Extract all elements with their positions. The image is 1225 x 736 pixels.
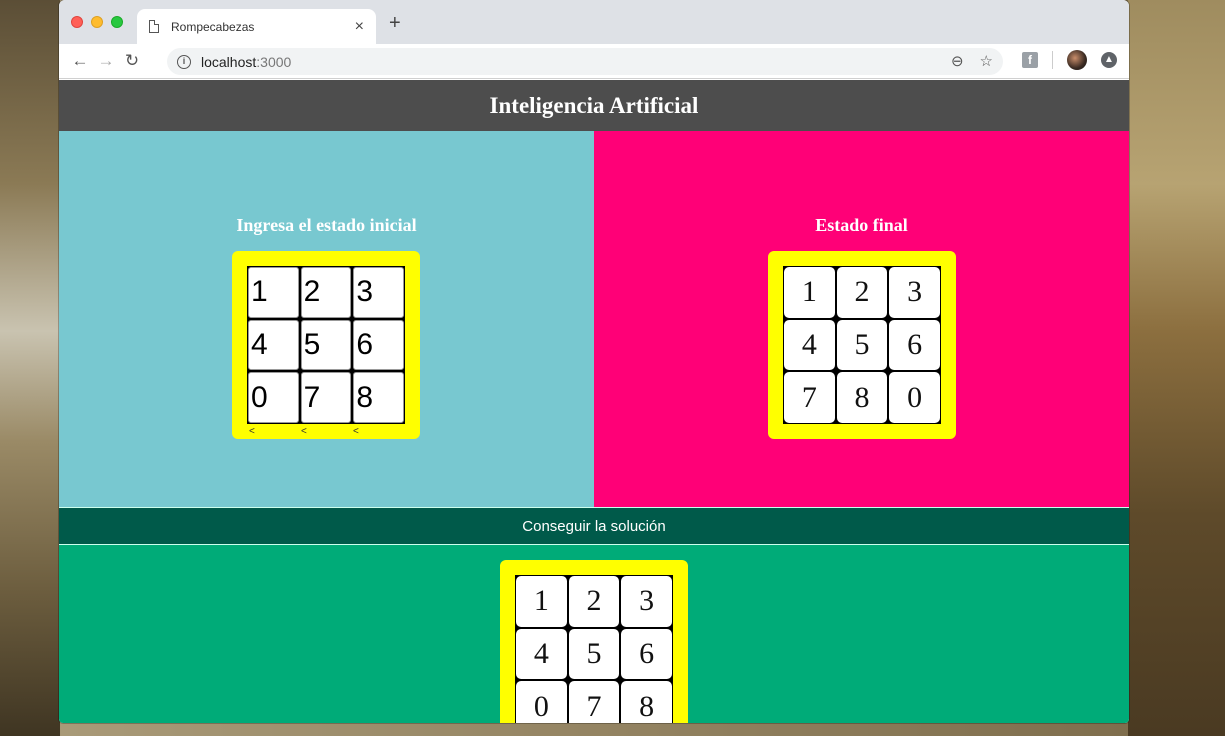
initial-cell-input[interactable]: 7 <box>300 372 352 423</box>
solution-area: 1 2 3 4 5 6 0 7 8 <box>59 545 1129 723</box>
final-state-title: Estado final <box>815 215 908 235</box>
zoom-icon[interactable]: ⊖ <box>951 52 964 70</box>
reload-icon[interactable]: ↻ <box>119 51 145 71</box>
initial-state-panel: Ingresa el estado inicial 1 2 3 4 5 6 0 … <box>59 131 594 507</box>
arrow-label: < <box>353 426 359 437</box>
info-icon[interactable]: i <box>177 54 191 69</box>
back-arrow-icon[interactable]: ← <box>67 51 93 71</box>
profile-avatar[interactable] <box>1067 50 1087 70</box>
initial-grid: 1 2 3 4 5 6 0 7 8 <box>247 266 405 424</box>
solution-tile: 1 <box>516 576 567 627</box>
browser-window: Rompecabezas × + ← → ↻ i localhost:3000 … <box>59 0 1129 723</box>
final-tile: 0 <box>889 372 940 423</box>
initial-cell-input[interactable]: 8 <box>353 372 404 423</box>
address-bar[interactable]: i localhost:3000 ⊖ ☆ <box>167 48 1003 75</box>
initial-cell-input[interactable]: 1 <box>248 267 299 318</box>
update-icon[interactable]: ▲ <box>1101 52 1117 68</box>
initial-cell-input[interactable]: 0 <box>248 372 299 423</box>
new-tab-button[interactable]: + <box>389 13 401 33</box>
final-tile: 2 <box>836 267 888 318</box>
url-host: localhost <box>201 53 257 70</box>
final-tile: 8 <box>836 372 888 423</box>
facebook-extension-icon[interactable]: f <box>1022 52 1038 68</box>
page-content: Inteligencia Artificial Ingresa el estad… <box>59 80 1129 723</box>
initial-state-title: Ingresa el estado inicial <box>236 215 417 235</box>
tab-close-icon[interactable]: × <box>355 18 364 35</box>
initial-cell-input[interactable]: 4 <box>248 319 299 371</box>
close-window-button[interactable] <box>71 16 83 28</box>
solution-tile: 2 <box>568 576 620 627</box>
desktop-wallpaper-right <box>1128 0 1225 736</box>
initial-cell-input[interactable]: 3 <box>353 267 404 318</box>
url-port: :3000 <box>256 53 292 70</box>
toolbar-divider <box>1052 51 1053 69</box>
maximize-window-button[interactable] <box>111 16 123 28</box>
initial-cell-input[interactable]: 6 <box>353 319 404 371</box>
solution-tile: 7 <box>568 681 620 723</box>
solution-tile: 8 <box>621 681 672 723</box>
minimize-window-button[interactable] <box>91 16 103 28</box>
solution-tile: 4 <box>516 628 567 680</box>
forward-arrow-icon[interactable]: → <box>93 51 119 71</box>
star-icon[interactable]: ☆ <box>980 52 993 70</box>
final-board: 1 2 3 4 5 6 7 8 0 <box>768 251 956 439</box>
page-title: Inteligencia Artificial <box>59 80 1129 131</box>
solution-tile: 5 <box>568 628 620 680</box>
desktop-wallpaper-left <box>0 0 60 736</box>
solution-tile: 3 <box>621 576 672 627</box>
final-tile: 5 <box>836 319 888 371</box>
solution-tile: 0 <box>516 681 567 723</box>
solution-tile: 6 <box>621 628 672 680</box>
solution-board: 1 2 3 4 5 6 0 7 8 <box>500 560 688 723</box>
final-tile: 1 <box>784 267 835 318</box>
panels: Ingresa el estado inicial 1 2 3 4 5 6 0 … <box>59 131 1129 507</box>
browser-tab[interactable]: Rompecabezas × <box>137 9 376 44</box>
tab-bar: Rompecabezas × + <box>59 0 1129 44</box>
initial-cell-input[interactable]: 5 <box>300 319 352 371</box>
arrow-row: < < < <box>249 426 407 437</box>
final-grid: 1 2 3 4 5 6 7 8 0 <box>783 266 941 424</box>
arrow-label: < <box>301 426 307 437</box>
solve-button[interactable]: Conseguir la solución <box>59 507 1129 545</box>
final-state-panel: Estado final 1 2 3 4 5 6 7 8 0 <box>594 131 1129 507</box>
page-icon <box>149 20 159 33</box>
initial-board: 1 2 3 4 5 6 0 7 8 <box>232 251 420 439</box>
browser-toolbar: ← → ↻ i localhost:3000 ⊖ ☆ f ▲ <box>59 44 1129 79</box>
final-tile: 6 <box>889 319 940 371</box>
initial-cell-input[interactable]: 2 <box>300 267 352 318</box>
final-tile: 3 <box>889 267 940 318</box>
solution-grid: 1 2 3 4 5 6 0 7 8 <box>515 575 673 723</box>
tab-title: Rompecabezas <box>171 19 255 34</box>
final-tile: 4 <box>784 319 835 371</box>
arrow-label: < <box>249 426 255 437</box>
final-tile: 7 <box>784 372 835 423</box>
